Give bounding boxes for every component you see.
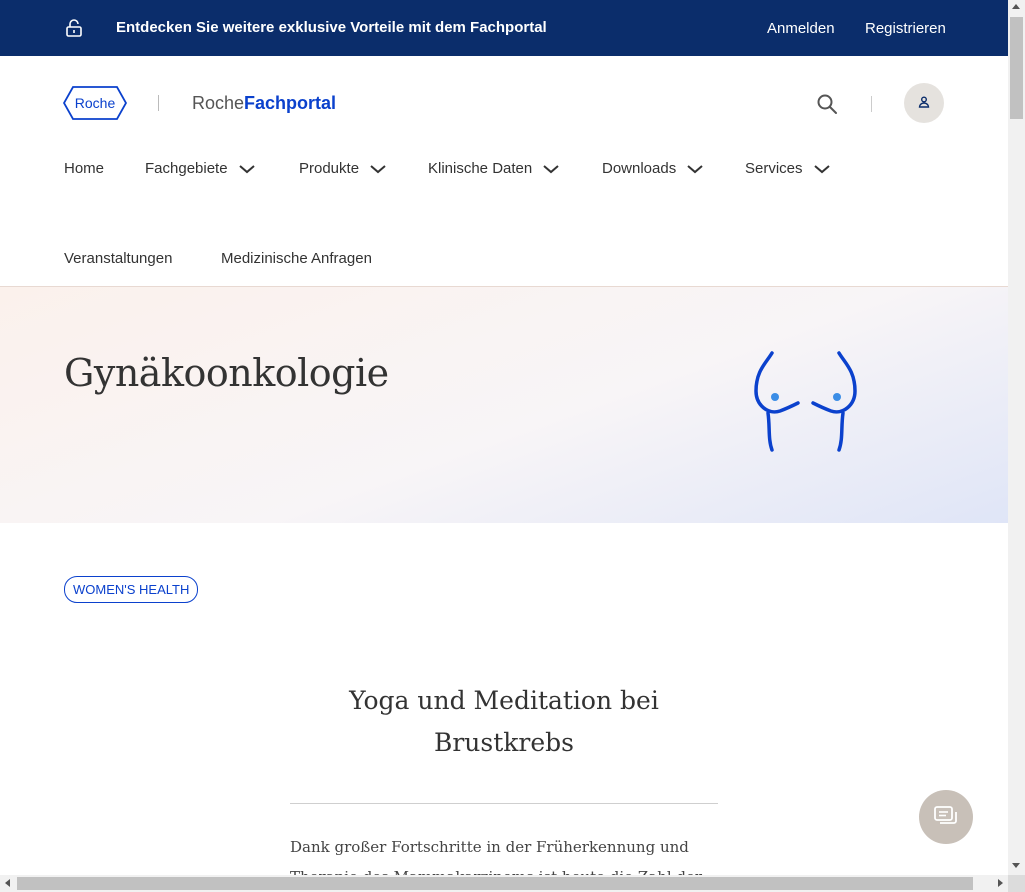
nav-downloads-label: Downloads [602, 160, 677, 177]
nav-fachgebiete[interactable]: Fachgebiete [145, 160, 256, 177]
promo-bar: Entdecken Sie weitere exklusive Vorteile… [0, 0, 1008, 56]
scroll-up-arrow-icon[interactable] [1012, 4, 1020, 9]
nav-produkte-label: Produkte [299, 160, 360, 177]
logo-divider [158, 95, 159, 111]
category-tag[interactable]: WOMEN'S HEALTH [64, 576, 199, 603]
hero-banner: Gynäkoonkologie [0, 287, 1008, 523]
brand-part-fachportal: Fachportal [244, 93, 337, 113]
breast-illustration-icon [754, 351, 857, 452]
nav-produkte[interactable]: Produkte [299, 160, 387, 177]
nav-fachgebiete-label: Fachgebiete [145, 160, 228, 177]
user-account-button[interactable] [904, 83, 944, 123]
promo-text: Entdecken Sie weitere exklusive Vorteile… [116, 19, 547, 36]
scroll-right-arrow-icon[interactable] [998, 879, 1003, 887]
chevron-down-icon [687, 164, 703, 173]
lock-icon [66, 19, 82, 37]
chat-button[interactable] [919, 790, 973, 844]
nav-services[interactable]: Services [745, 160, 831, 177]
register-link[interactable]: Registrieren [865, 20, 946, 37]
user-icon [918, 96, 930, 108]
page-title: Gynäkoonkologie [64, 351, 389, 395]
article-divider [290, 803, 718, 804]
roche-logo[interactable]: Roche [63, 86, 127, 120]
vertical-scrollbar[interactable] [1008, 0, 1025, 875]
horizontal-scroll-thumb[interactable] [17, 877, 973, 890]
chevron-down-icon [813, 164, 830, 173]
chevron-down-icon [238, 164, 255, 173]
nav-veranstaltungen-label: Veranstaltungen [64, 250, 173, 267]
scroll-down-arrow-icon[interactable] [1012, 863, 1020, 868]
nav-home-label: Home [64, 160, 105, 177]
brand-part-roche: Roche [192, 93, 245, 113]
brand-name[interactable]: RocheFachportal [192, 93, 336, 114]
nav-klinische-daten-label: Klinische Daten [428, 160, 533, 177]
scroll-left-arrow-icon[interactable] [5, 879, 10, 887]
nav-veranstaltungen[interactable]: Veranstaltungen [64, 250, 172, 267]
nav-medizinische-anfragen[interactable]: Medizinische Anfragen [221, 250, 372, 267]
nav-medizinische-anfragen-label: Medizinische Anfragen [221, 250, 372, 267]
scrollbar-corner [1008, 875, 1025, 892]
chevron-down-icon [543, 164, 559, 173]
header-divider [871, 96, 872, 112]
chevron-down-icon [370, 164, 386, 173]
site-header: Roche RocheFachportal Home Fachgebiete P… [0, 56, 1008, 287]
logo-text: Roche [75, 95, 116, 111]
horizontal-scrollbar[interactable] [0, 875, 1008, 892]
chat-icon [934, 806, 957, 824]
nav-klinische-daten[interactable]: Klinische Daten [428, 160, 560, 177]
vertical-scroll-thumb[interactable] [1010, 17, 1023, 119]
nav-home[interactable]: Home [64, 160, 104, 177]
nav-services-label: Services [745, 160, 803, 177]
nav-downloads[interactable]: Downloads [602, 160, 704, 177]
login-link[interactable]: Anmelden [767, 20, 835, 37]
article-title: Yoga und Meditation bei Brustkrebs [349, 686, 659, 757]
search-icon[interactable] [816, 93, 838, 115]
